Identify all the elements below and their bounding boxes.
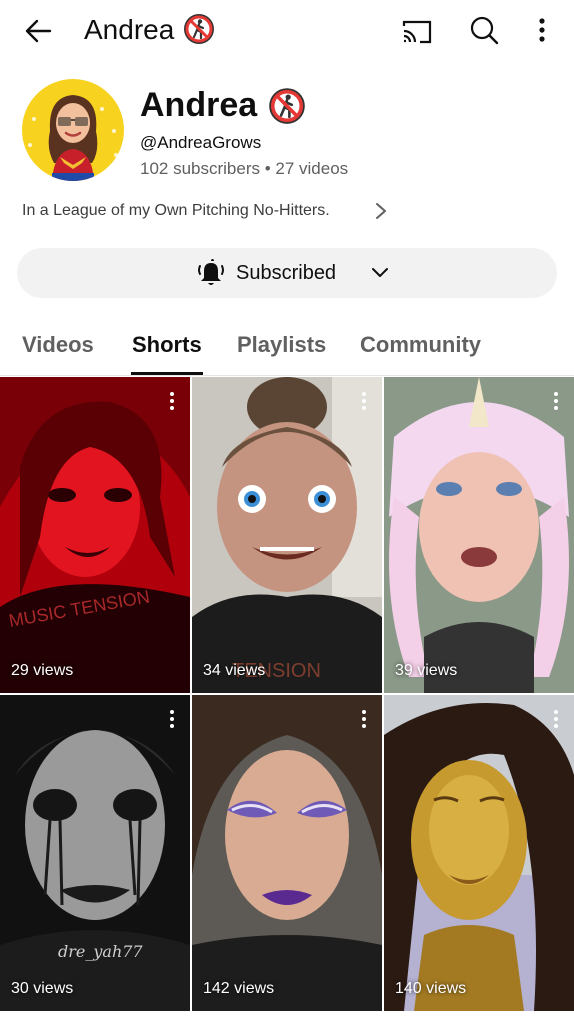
more-vertical-icon[interactable] — [549, 709, 563, 729]
more-vertical-icon[interactable] — [528, 12, 556, 48]
short-thumbnail[interactable]: 140 views — [384, 695, 574, 1011]
cast-icon[interactable] — [400, 14, 434, 48]
short-thumbnail[interactable]: dre_yah77 30 views — [0, 695, 190, 1011]
view-count: 140 views — [395, 980, 467, 997]
short-thumbnail[interactable]: 142 views — [192, 695, 382, 1011]
search-icon[interactable] — [466, 12, 502, 48]
short-thumbnail[interactable]: MUSIC TENSION 29 views — [0, 377, 190, 693]
view-count: 29 views — [11, 662, 74, 679]
view-count: 142 views — [203, 980, 275, 997]
channel-description[interactable]: In a League of my Own Pitching No-Hitter… — [22, 199, 402, 223]
short-thumbnail-image: dre_yah77 — [0, 695, 190, 1011]
page-title: Andrea — [84, 14, 175, 45]
tab-community[interactable]: Community — [360, 331, 481, 359]
chevron-right-icon — [370, 199, 392, 223]
channel-name: Andrea — [140, 86, 258, 124]
subscribed-button[interactable]: Subscribed — [17, 248, 557, 298]
short-thumbnail[interactable]: 39 views — [384, 377, 574, 693]
more-vertical-icon[interactable] — [357, 391, 371, 411]
more-vertical-icon[interactable] — [549, 391, 563, 411]
not-allowed-person-icon — [268, 87, 306, 130]
tab-shorts[interactable]: Shorts — [132, 331, 202, 359]
not-allowed-person-icon — [183, 13, 215, 50]
bell-ringing-icon — [195, 258, 227, 288]
short-thumbnail-image — [384, 695, 574, 1011]
tab-videos[interactable]: Videos — [22, 331, 94, 359]
channel-stats: 102 subscribers • 27 videos — [140, 159, 349, 178]
active-tab-indicator — [131, 372, 203, 375]
more-vertical-icon[interactable] — [357, 709, 371, 729]
short-thumbnail-image — [192, 695, 382, 1011]
channel-handle: @AndreaGrows — [140, 133, 262, 152]
view-count: 30 views — [11, 980, 74, 997]
subscribed-label: Subscribed — [236, 262, 337, 284]
short-overlay-text: dre_yah77 — [58, 942, 143, 961]
short-thumbnail-image — [384, 377, 574, 693]
view-count: 39 views — [395, 662, 458, 679]
short-thumbnail-image: TENSION — [192, 377, 382, 693]
view-count: 34 views — [203, 662, 266, 679]
superhero-avatar-icon[interactable] — [22, 79, 124, 181]
chevron-down-icon — [369, 261, 391, 285]
channel-tabs: Videos Shorts Playlists Community — [0, 320, 574, 376]
short-thumbnail-image: MUSIC TENSION — [0, 377, 190, 693]
more-vertical-icon[interactable] — [165, 709, 179, 729]
description-text: In a League of my Own Pitching No-Hitter… — [22, 202, 330, 219]
more-vertical-icon[interactable] — [165, 391, 179, 411]
back-arrow-icon[interactable] — [22, 14, 56, 48]
top-app-bar: Andrea — [0, 0, 574, 62]
tab-playlists[interactable]: Playlists — [237, 331, 326, 359]
short-thumbnail[interactable]: TENSION 34 views — [192, 377, 382, 693]
